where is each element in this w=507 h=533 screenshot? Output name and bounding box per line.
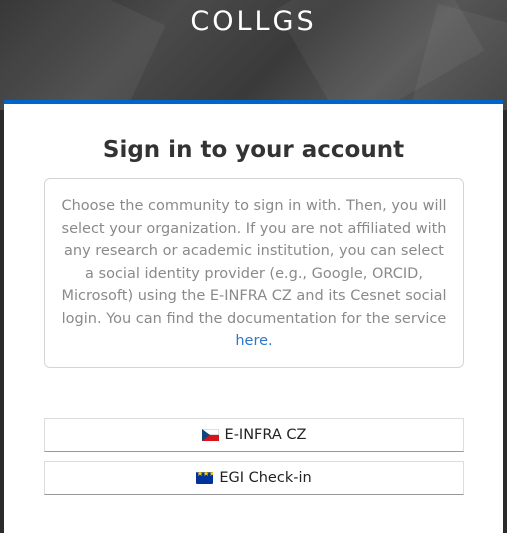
login-card: Sign in to your account Choose the commu… bbox=[4, 100, 503, 533]
egi-check-in-button[interactable]: ★★★ EGI Check-in bbox=[44, 461, 464, 495]
info-box: Choose the community to sign in with. Th… bbox=[44, 178, 464, 368]
egi-check-in-label: EGI Check-in bbox=[219, 470, 312, 486]
brand-title: COLLGS bbox=[190, 6, 317, 37]
info-text: Choose the community to sign in with. Th… bbox=[61, 198, 447, 327]
czech-flag-icon bbox=[201, 429, 219, 441]
documentation-link[interactable]: here. bbox=[235, 333, 272, 349]
eu-flag-icon: ★★★ bbox=[196, 472, 214, 484]
e-infra-cz-label: E-INFRA CZ bbox=[224, 427, 307, 443]
page-title: Sign in to your account bbox=[102, 137, 405, 163]
e-infra-cz-button[interactable]: E-INFRA CZ bbox=[44, 418, 464, 452]
